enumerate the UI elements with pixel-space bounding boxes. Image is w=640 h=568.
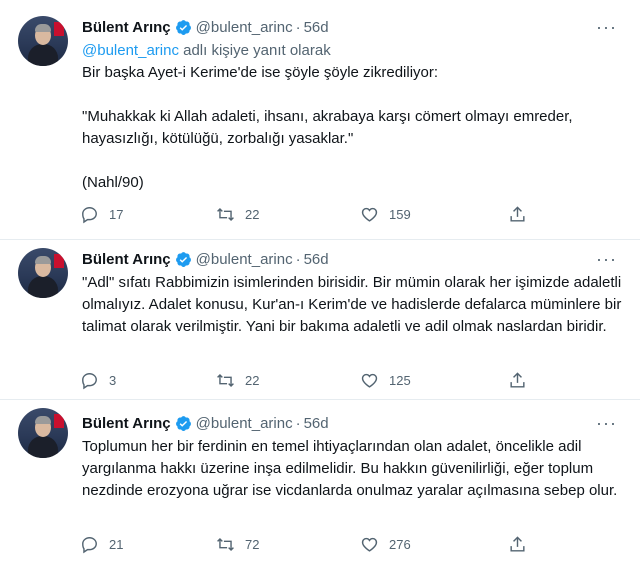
display-name[interactable]: Bülent Arınç [82, 415, 171, 432]
like-button[interactable]: 159 [360, 203, 411, 225]
retweet-icon [217, 207, 234, 221]
share-button[interactable] [508, 203, 537, 225]
tweet-text-line: (Nahl/90) [82, 174, 144, 191]
retweet-count: 22 [245, 372, 260, 388]
tweet-text: Toplumun her bir ferdinin en temel ihtiy… [82, 438, 618, 499]
share-icon [510, 205, 525, 222]
like-button[interactable]: 125 [360, 369, 411, 391]
tweet-text-line: "Muhakkak ki Allah adaleti, ihsanı, akra… [82, 108, 577, 147]
more-horizontal-icon[interactable]: ··· [596, 414, 616, 438]
reply-count: 21 [109, 536, 124, 552]
reply-button[interactable]: 3 [80, 369, 116, 391]
more-horizontal-icon[interactable]: ··· [596, 18, 616, 42]
verified-badge-icon [175, 19, 191, 35]
reply-bubble-icon [82, 206, 97, 223]
retweet-button[interactable]: 22 [216, 203, 259, 225]
separator: · [295, 18, 301, 36]
reply-count: 3 [109, 372, 117, 388]
tweet-text: "Adl" sıfatı Rabbimizin isimlerinden bir… [82, 274, 626, 335]
separator: · [295, 414, 301, 432]
reply-count: 17 [109, 206, 124, 222]
more-horizontal-icon[interactable]: ··· [596, 250, 616, 274]
display-name[interactable]: Bülent Arınç [82, 251, 171, 268]
retweet-button[interactable]: 22 [216, 369, 259, 391]
timestamp[interactable]: 56d [304, 19, 329, 36]
retweet-count: 72 [245, 536, 260, 552]
tweet-text-spacer [82, 84, 622, 106]
reply-button[interactable]: 21 [80, 533, 123, 555]
verified-badge-icon [175, 415, 191, 431]
reply-button[interactable]: 17 [80, 203, 123, 225]
heart-icon [361, 373, 378, 388]
reply-context: @bulent_arinc adlı kişiye yanıt olarak [82, 40, 622, 62]
user-handle[interactable]: @bulent_arinc [196, 415, 293, 432]
share-button[interactable] [508, 533, 537, 555]
avatar[interactable] [18, 16, 68, 66]
avatar[interactable] [18, 408, 68, 458]
heart-icon [361, 207, 378, 222]
user-handle[interactable]: @bulent_arinc [196, 19, 293, 36]
share-button[interactable] [508, 369, 537, 391]
tweet[interactable]: Bülent Arınç @bulent_arinc · 56d ··· Top… [0, 400, 640, 568]
heart-icon [361, 537, 378, 552]
separator: · [295, 250, 301, 268]
user-handle[interactable]: @bulent_arinc [196, 251, 293, 268]
like-count: 125 [389, 372, 411, 388]
tweet-text-line: Bir başka Ayet-i Kerime'de ise şöyle şöy… [82, 64, 439, 81]
reply-context-label: adlı kişiye yanıt olarak [178, 42, 331, 59]
like-button[interactable]: 276 [360, 533, 411, 555]
reply-bubble-icon [82, 536, 97, 553]
like-count: 159 [389, 206, 411, 222]
display-name[interactable]: Bülent Arınç [82, 19, 171, 36]
retweet-icon [217, 537, 234, 551]
share-icon [510, 371, 525, 388]
tweet-text-spacer [82, 150, 622, 172]
like-count: 276 [389, 536, 411, 552]
reply-to-link[interactable]: @bulent_arinc [82, 42, 179, 59]
retweet-count: 22 [245, 206, 260, 222]
avatar[interactable] [18, 248, 68, 298]
tweet[interactable]: Bülent Arınç @bulent_arinc · 56d ··· "Ad… [0, 240, 640, 400]
timestamp[interactable]: 56d [304, 415, 329, 432]
retweet-icon [217, 373, 234, 387]
reply-bubble-icon [82, 372, 97, 389]
timestamp[interactable]: 56d [304, 251, 329, 268]
verified-badge-icon [175, 251, 191, 267]
share-icon [510, 535, 525, 552]
tweet[interactable]: Bülent Arınç @bulent_arinc · 56d ··· @bu… [0, 0, 640, 240]
retweet-button[interactable]: 72 [216, 533, 259, 555]
